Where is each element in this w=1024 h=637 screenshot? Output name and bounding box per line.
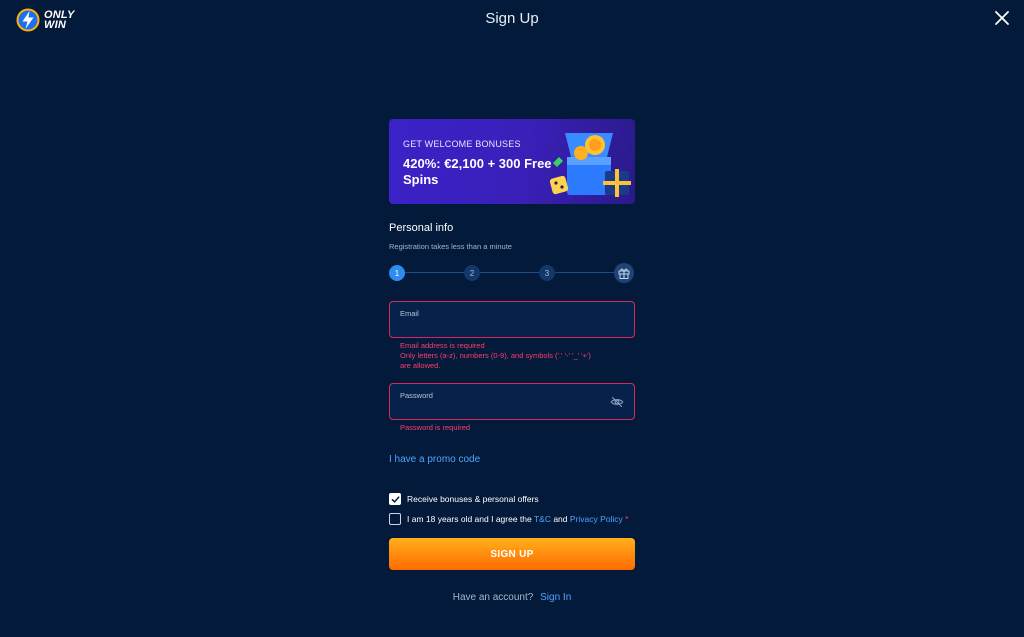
- bonuses-label: Receive bonuses & personal offers: [407, 494, 539, 504]
- email-error-format: Only letters (a-z), numbers (0-9), and s…: [400, 351, 591, 360]
- password-input[interactable]: [400, 401, 604, 415]
- email-error-required: Email address is required: [400, 341, 485, 350]
- sign-in-row: Have an account? Sign In: [389, 592, 635, 603]
- stepper-line: [397, 272, 627, 273]
- step-1: 1: [389, 265, 405, 281]
- email-input[interactable]: [400, 319, 604, 333]
- age-terms-and: and: [550, 514, 570, 524]
- sign-in-prompt: Have an account?: [452, 592, 534, 603]
- age-terms-row: I am 18 years old and I agree the T&C an…: [389, 513, 635, 525]
- sign-in-link[interactable]: Sign In: [540, 592, 571, 603]
- password-error-required: Password is required: [400, 423, 471, 432]
- banner-eyebrow: GET WELCOME BONUSES: [403, 139, 521, 149]
- required-asterisk: *: [622, 514, 629, 524]
- step-gift: [614, 263, 634, 283]
- email-error-format-cont: are allowed.: [400, 361, 441, 370]
- page-title: Sign Up: [485, 10, 539, 27]
- banner-headline: 420%: €2,100 + 300 Free Spins: [403, 156, 552, 187]
- age-terms-prefix: I am 18 years old and I agree the: [407, 514, 534, 524]
- welcome-bonus-banner[interactable]: GET WELCOME BONUSES 420%: €2,100 + 300 F…: [389, 119, 635, 204]
- age-terms-checkbox[interactable]: [389, 513, 401, 525]
- bonuses-consent-row: Receive bonuses & personal offers: [389, 493, 635, 505]
- gift-icon: [618, 268, 630, 279]
- registration-stepper: 1 2 3: [389, 263, 635, 283]
- step-3: 3: [539, 265, 555, 281]
- step-2: 2: [464, 265, 480, 281]
- close-icon[interactable]: [994, 10, 1010, 26]
- age-terms-text: I am 18 years old and I agree the T&C an…: [407, 514, 628, 525]
- bonuses-checkbox[interactable]: [389, 493, 401, 505]
- signup-form: GET WELCOME BONUSES 420%: €2,100 + 300 F…: [389, 119, 635, 603]
- password-label: Password: [400, 391, 433, 400]
- checkmark-icon: [391, 495, 399, 503]
- sign-up-button[interactable]: SIGN UP: [389, 538, 635, 570]
- treasure-chest-illustration: [549, 133, 631, 197]
- email-field[interactable]: Email: [389, 301, 635, 338]
- personal-info-title: Personal info: [389, 222, 454, 234]
- password-field[interactable]: Password: [389, 383, 635, 420]
- privacy-policy-link[interactable]: Privacy Policy: [570, 514, 623, 524]
- tc-link[interactable]: T&C: [534, 514, 551, 524]
- promo-code-link[interactable]: I have a promo code: [389, 454, 480, 465]
- personal-info-subtitle: Registration takes less than a minute: [389, 242, 512, 251]
- email-label: Email: [400, 309, 419, 318]
- eye-off-icon[interactable]: [610, 395, 624, 409]
